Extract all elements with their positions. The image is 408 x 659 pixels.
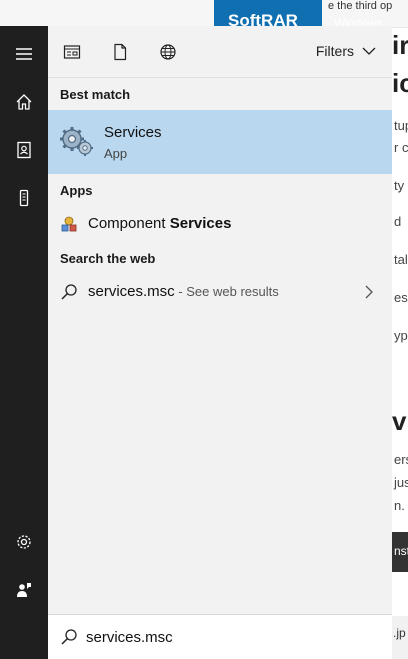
search-box (48, 614, 392, 659)
services-gear-icon (60, 127, 93, 156)
background-heading: vi (392, 406, 408, 436)
web-result-label: services.msc - See web results (88, 283, 279, 300)
settings-button[interactable] (0, 522, 48, 562)
search-icon (61, 284, 77, 300)
apps-heading: Apps (60, 183, 93, 198)
app-result-label: Component Services (88, 215, 231, 232)
web-result-query: services.msc (88, 283, 175, 300)
documents-view-button[interactable] (60, 40, 84, 64)
chevron-down-icon (362, 47, 376, 55)
web-result-suffix: - See web results (174, 284, 279, 299)
background-text-line: tup (394, 118, 408, 133)
background-text-line: es (394, 290, 408, 305)
device-button[interactable] (0, 178, 48, 218)
feedback-icon (17, 583, 31, 597)
best-match-result[interactable]: Services App (48, 110, 392, 174)
background-text-line: jus (394, 475, 408, 490)
chevron-right-icon (365, 285, 373, 299)
notebook-icon (17, 141, 31, 159)
start-rail (0, 26, 48, 659)
background-install-button[interactable]: nst (392, 532, 408, 572)
home-button[interactable] (0, 82, 48, 122)
search-toolbar: Filters (48, 26, 392, 78)
background-footer-text: .jp (393, 626, 406, 640)
background-text-line: r c (394, 140, 408, 155)
background-heading: ir (392, 30, 408, 60)
component-services-icon (61, 216, 77, 232)
best-match-heading: Best match (60, 87, 131, 102)
background-top-text: e the third op (328, 0, 393, 12)
background-text-line: tal (394, 252, 408, 267)
background-button-text: nst (394, 544, 408, 558)
background-text-line: d (394, 214, 402, 229)
app-result-component-services[interactable]: Component Services (48, 206, 392, 242)
background-heading: ic (392, 68, 408, 98)
background-text-line: ty (394, 178, 405, 193)
device-icon (19, 189, 29, 207)
background-text-line: n. (394, 498, 405, 513)
background-text-line: ype (394, 328, 408, 343)
search-flyout: Filters Best match Services App Apps Com… (48, 26, 392, 659)
documents-view-icon (63, 45, 81, 59)
notebook-button[interactable] (0, 130, 48, 170)
filters-dropdown[interactable]: Filters (316, 43, 376, 59)
best-match-subtitle: App (104, 146, 128, 161)
background-text-line: ers (394, 452, 408, 467)
settings-icon (17, 535, 31, 549)
web-result[interactable]: services.msc - See web results (48, 274, 392, 310)
background-footer: .jp (392, 616, 408, 659)
filters-label: Filters (315, 43, 354, 59)
app-result-label-bold: Services (169, 215, 232, 232)
search-web-heading: Search the web (60, 251, 156, 266)
search-icon (61, 629, 77, 645)
feedback-button[interactable] (0, 570, 48, 610)
file-filter-button[interactable] (108, 40, 132, 64)
globe-icon (160, 44, 176, 60)
best-match-title: Services (104, 124, 162, 141)
search-input[interactable] (86, 625, 376, 649)
menu-icon (16, 48, 32, 60)
menu-button[interactable] (0, 34, 48, 74)
file-icon (114, 43, 127, 61)
home-icon (16, 94, 32, 110)
app-result-label-prefix: Component (88, 215, 170, 232)
web-filter-button[interactable] (156, 40, 180, 64)
